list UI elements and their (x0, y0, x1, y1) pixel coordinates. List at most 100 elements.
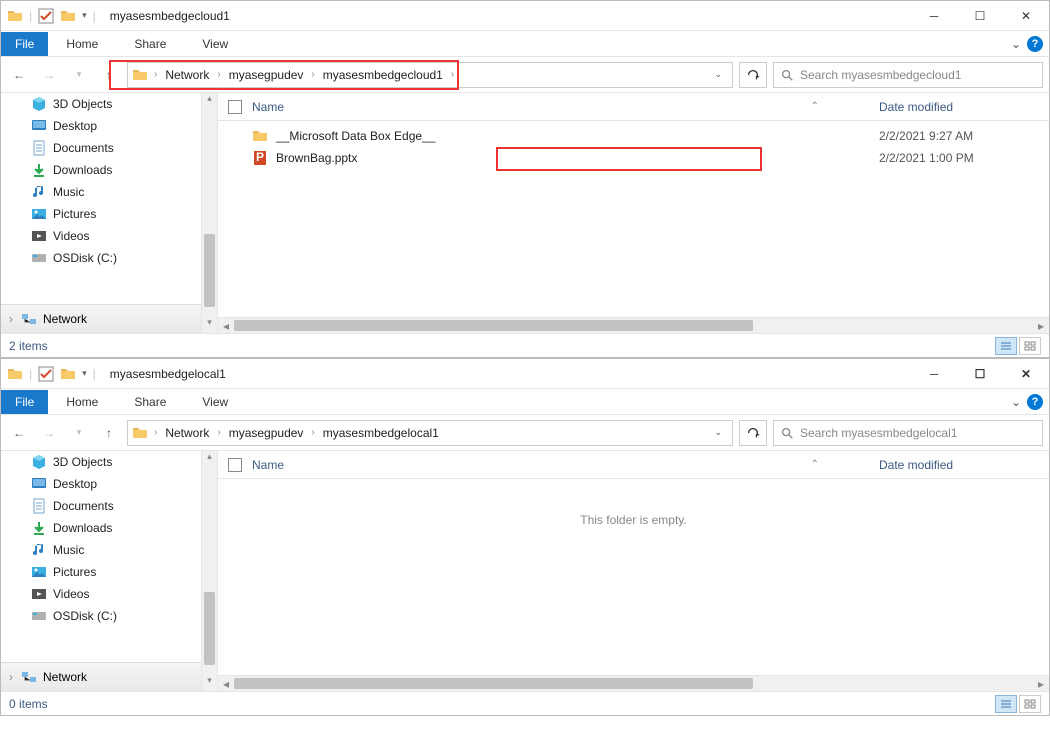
nav-desktop[interactable]: Desktop (1, 473, 201, 495)
file-date: 2/2/2021 9:27 AM (879, 129, 1049, 143)
search-input[interactable]: Search myasesmbedgelocal1 (773, 420, 1043, 446)
tab-view[interactable]: View (184, 32, 246, 56)
folder-icon (7, 366, 23, 382)
maximize-button[interactable]: ☐ (957, 359, 1003, 389)
tab-home[interactable]: Home (48, 32, 116, 56)
horizontal-scrollbar[interactable]: ◂ ▸ (218, 317, 1049, 333)
tab-home[interactable]: Home (48, 390, 116, 414)
qat-dropdown[interactable]: ▾ (82, 368, 87, 379)
tab-view[interactable]: View (184, 390, 246, 414)
check-icon[interactable] (38, 366, 54, 382)
breadcrumb-sep[interactable]: › (309, 427, 316, 438)
breadcrumb-share[interactable]: myasesmbedgelocal1 (321, 426, 441, 440)
nav-osdisk[interactable]: OSDisk (C:) (1, 605, 201, 627)
address-bar[interactable]: › Network › myasegpudev › myasesmbedgecl… (127, 62, 733, 88)
explorer-window-cloud: | ▾ | myasesmbedgecloud1 ─ ☐ ✕ File Home… (0, 0, 1050, 358)
close-button[interactable]: ✕ (1003, 359, 1049, 389)
nav-3d-objects[interactable]: 3D Objects (1, 93, 201, 115)
check-icon[interactable] (38, 8, 54, 24)
status-bar: 2 items (1, 333, 1049, 357)
nav-music[interactable]: Music (1, 539, 201, 561)
col-date[interactable]: Date modified (879, 100, 1049, 114)
select-all-checkbox[interactable] (228, 458, 242, 472)
horizontal-scrollbar[interactable]: ◂ ▸ (218, 675, 1049, 691)
nav-documents[interactable]: Documents (1, 137, 201, 159)
file-name: BrownBag.pptx (276, 151, 879, 165)
tab-share[interactable]: Share (116, 32, 184, 56)
qat-dropdown[interactable]: ▾ (82, 10, 87, 21)
file-tab[interactable]: File (1, 32, 48, 56)
qat-divider: | (29, 367, 32, 381)
nav-downloads[interactable]: Downloads (1, 159, 201, 181)
icons-view-button[interactable] (1019, 695, 1041, 713)
nav-pictures[interactable]: Pictures (1, 203, 201, 225)
select-all-checkbox[interactable] (228, 100, 242, 114)
close-button[interactable]: ✕ (1003, 1, 1049, 31)
nav-network-group[interactable]: Network (1, 662, 201, 691)
minimize-button[interactable]: ─ (911, 1, 957, 31)
details-view-button[interactable] (995, 337, 1017, 355)
breadcrumb-share[interactable]: myasesmbedgecloud1 (321, 68, 445, 82)
icons-view-button[interactable] (1019, 337, 1041, 355)
address-dropdown[interactable]: ⌄ (708, 69, 728, 80)
help-icon[interactable]: ? (1027, 394, 1043, 410)
forward-button[interactable]: → (37, 63, 61, 87)
nav-documents[interactable]: Documents (1, 495, 201, 517)
col-date[interactable]: Date modified (879, 458, 1049, 472)
nav-videos[interactable]: Videos (1, 225, 201, 247)
minimize-button[interactable]: ─ (911, 359, 957, 389)
ribbon-collapse[interactable]: ⌄ (1011, 395, 1021, 409)
nav-music[interactable]: Music (1, 181, 201, 203)
breadcrumb-network[interactable]: Network (163, 68, 211, 82)
col-name[interactable]: Name⌃ (252, 458, 879, 472)
refresh-button[interactable] (739, 62, 767, 88)
col-name[interactable]: Name⌃ (252, 100, 879, 114)
address-dropdown[interactable]: ⌄ (708, 427, 728, 438)
breadcrumb-host[interactable]: myasegpudev (227, 68, 306, 82)
nav-scrollbar[interactable]: ▴ ▾ (201, 451, 217, 691)
breadcrumb-sep[interactable]: › (152, 427, 159, 438)
nav-pictures[interactable]: Pictures (1, 561, 201, 583)
breadcrumb-sep[interactable]: › (449, 69, 456, 80)
tab-share[interactable]: Share (116, 390, 184, 414)
breadcrumb-sep[interactable]: › (215, 427, 222, 438)
search-icon (780, 426, 794, 440)
search-placeholder: Search myasesmbedgelocal1 (800, 426, 957, 440)
back-button[interactable]: ← (7, 63, 31, 87)
nav-downloads[interactable]: Downloads (1, 517, 201, 539)
breadcrumb-sep[interactable]: › (309, 69, 316, 80)
forward-button[interactable]: → (37, 421, 61, 445)
nav-network-group[interactable]: Network (1, 304, 201, 333)
details-view-button[interactable] (995, 695, 1017, 713)
window-title: myasesmbedgecloud1 (102, 9, 230, 23)
help-icon[interactable]: ? (1027, 36, 1043, 52)
folder-icon (60, 8, 76, 24)
file-row-pptx[interactable]: BrownBag.pptx 2/2/2021 1:00 PM (218, 147, 1049, 169)
maximize-button[interactable]: ☐ (957, 1, 1003, 31)
ribbon-collapse[interactable]: ⌄ (1011, 37, 1021, 51)
nav-desktop[interactable]: Desktop (1, 115, 201, 137)
nav-osdisk[interactable]: OSDisk (C:) (1, 247, 201, 269)
file-tab[interactable]: File (1, 390, 48, 414)
search-placeholder: Search myasesmbedgecloud1 (800, 68, 961, 82)
recent-button[interactable]: ▾ (67, 63, 91, 87)
breadcrumb-sep[interactable]: › (152, 69, 159, 80)
nav-3d-objects[interactable]: 3D Objects (1, 451, 201, 473)
breadcrumb-host[interactable]: myasegpudev (227, 426, 306, 440)
recent-button[interactable]: ▾ (67, 421, 91, 445)
search-input[interactable]: Search myasesmbedgecloud1 (773, 62, 1043, 88)
address-bar[interactable]: › Network › myasegpudev › myasesmbedgelo… (127, 420, 733, 446)
refresh-button[interactable] (739, 420, 767, 446)
folder-icon (132, 67, 148, 83)
up-button[interactable]: ↑ (97, 421, 121, 445)
back-button[interactable]: ← (7, 421, 31, 445)
titlebar: | ▾ | myasesmbedgelocal1 ─ ☐ ✕ (1, 359, 1049, 389)
nav-scrollbar[interactable]: ▴ ▾ (201, 93, 217, 333)
file-name: __Microsoft Data Box Edge__ (276, 129, 879, 143)
up-button[interactable]: ↑ (97, 63, 121, 87)
explorer-window-local: | ▾ | myasesmbedgelocal1 ─ ☐ ✕ File Home… (0, 358, 1050, 716)
nav-videos[interactable]: Videos (1, 583, 201, 605)
file-row-folder[interactable]: __Microsoft Data Box Edge__ 2/2/2021 9:2… (218, 125, 1049, 147)
breadcrumb-sep[interactable]: › (215, 69, 222, 80)
breadcrumb-network[interactable]: Network (163, 426, 211, 440)
